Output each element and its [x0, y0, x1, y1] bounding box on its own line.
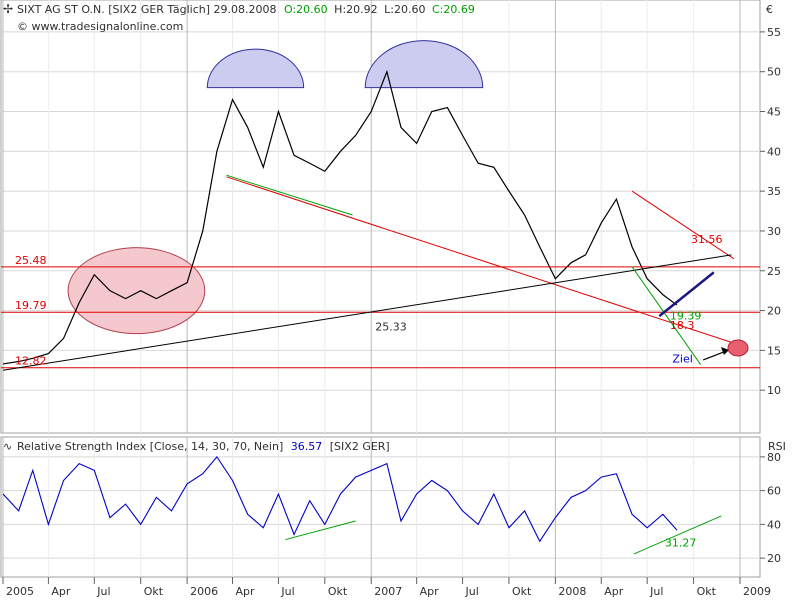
time-tick-label: Apr — [420, 585, 440, 598]
price-tick-label: 30 — [767, 225, 781, 238]
price-tick-label: 50 — [767, 66, 781, 79]
time-tick-label: 2007 — [374, 585, 402, 598]
support-label: 19.79 — [15, 299, 47, 312]
price-tick-label: 25 — [767, 265, 781, 278]
price-tick-label: 40 — [767, 145, 781, 158]
chart-canvas: 25.4819.7912.8231.5625.3319.3918.3Ziel 3… — [0, 0, 786, 598]
price-tick-label: 35 — [767, 185, 781, 198]
time-tick-label: Jul — [465, 585, 479, 598]
source-credit: © www.tradesignalonline.com — [17, 20, 183, 33]
price-tick-label: 55 — [767, 26, 781, 39]
rsi-title: Relative Strength Index [Close, 14, 30, … — [17, 440, 390, 453]
price-annotation: 18.3 — [670, 319, 695, 332]
time-tick-label: Apr — [51, 585, 71, 598]
time-tick-label: 2005 — [6, 585, 34, 598]
rsi-tick-label: 60 — [767, 485, 781, 498]
price-tick-label: 10 — [767, 384, 781, 397]
rsi-tick-label: 40 — [767, 518, 781, 531]
rsi-axis-title: RSI — [768, 440, 786, 453]
price-tick-label: 15 — [767, 344, 781, 357]
time-tick-label: Apr — [236, 585, 256, 598]
time-tick-label: Okt — [697, 585, 717, 598]
trend-label: 25.33 — [375, 321, 407, 334]
time-tick-label: Okt — [328, 585, 348, 598]
chart-window: 25.48 19.79 12.82 31.56 25.33 19.39 18.3 Ziel 3… — [0, 0, 800, 600]
time-tick-label: Okt — [144, 585, 164, 598]
rsi-tick-label: 20 — [767, 552, 781, 565]
time-tick-label: Jul — [96, 585, 110, 598]
indicator-icon: ∿ — [3, 440, 12, 453]
time-tick-label: 2008 — [558, 585, 586, 598]
time-tick-label: Jul — [280, 585, 294, 598]
rsi-trend-label: 31.27 — [665, 536, 697, 549]
chart-title: SIXT AG ST O.N. [SIX2 GER Täglich] 29.08… — [17, 3, 475, 16]
price-tick-label: 20 — [767, 305, 781, 318]
support-label: 12.82 — [15, 355, 47, 368]
time-tick-label: 2006 — [190, 585, 218, 598]
time-tick-label: Apr — [604, 585, 624, 598]
rsi-panel-frame — [0, 436, 761, 578]
price-tick-label: 45 — [767, 106, 781, 119]
target-marker — [727, 339, 749, 357]
cross-cursor-icon: ✢ — [3, 2, 13, 16]
currency-label: € — [766, 3, 773, 16]
time-tick-label: Jul — [649, 585, 663, 598]
trend-label: 31.56 — [691, 233, 723, 246]
time-tick-label: Okt — [512, 585, 532, 598]
support-label: 25.48 — [15, 254, 47, 267]
time-tick-label: 2009 — [743, 585, 771, 598]
price-annotation: Ziel — [672, 352, 692, 365]
consolidation-ellipse — [67, 247, 206, 335]
